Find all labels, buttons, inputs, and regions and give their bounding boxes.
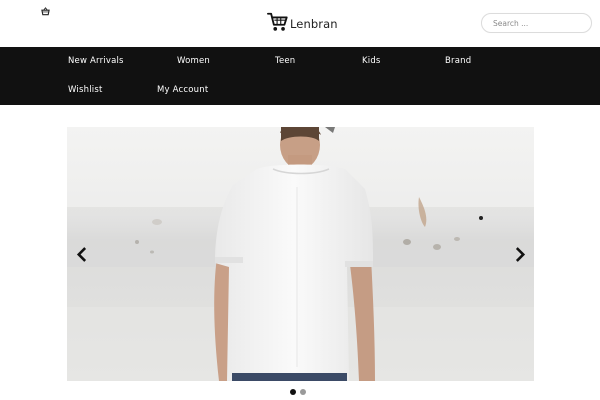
nav-item-my-account[interactable]: My Account xyxy=(157,85,208,95)
chevron-right-icon xyxy=(515,246,525,262)
nav-item-teen[interactable]: Teen xyxy=(275,56,295,66)
basket-icon[interactable] xyxy=(41,1,50,16)
nav-item-new-arrivals[interactable]: New Arrivals xyxy=(68,56,124,66)
hero-slider xyxy=(67,127,534,381)
nav-item-brand[interactable]: Brand xyxy=(445,56,471,66)
search-input[interactable] xyxy=(481,13,592,33)
nav-item-wishlist[interactable]: Wishlist xyxy=(68,85,102,95)
slider-next-button[interactable] xyxy=(512,244,528,264)
site-header: Lenbran xyxy=(0,0,600,47)
site-logo[interactable]: Lenbran xyxy=(267,11,338,37)
logo-text: Lenbran xyxy=(290,17,338,31)
slider-prev-button[interactable] xyxy=(73,244,89,264)
slider-dot-2[interactable] xyxy=(300,389,306,395)
shopping-cart-icon xyxy=(267,11,289,37)
main-nav: New Arrivals Women Teen Kids Brand Wishl… xyxy=(0,47,600,105)
nav-item-women[interactable]: Women xyxy=(177,56,210,66)
chevron-left-icon xyxy=(76,246,86,262)
nav-item-kids[interactable]: Kids xyxy=(362,56,381,66)
hero-slide-image xyxy=(67,127,534,381)
slider-dot-1[interactable] xyxy=(290,389,296,395)
slider-pagination xyxy=(290,389,306,395)
